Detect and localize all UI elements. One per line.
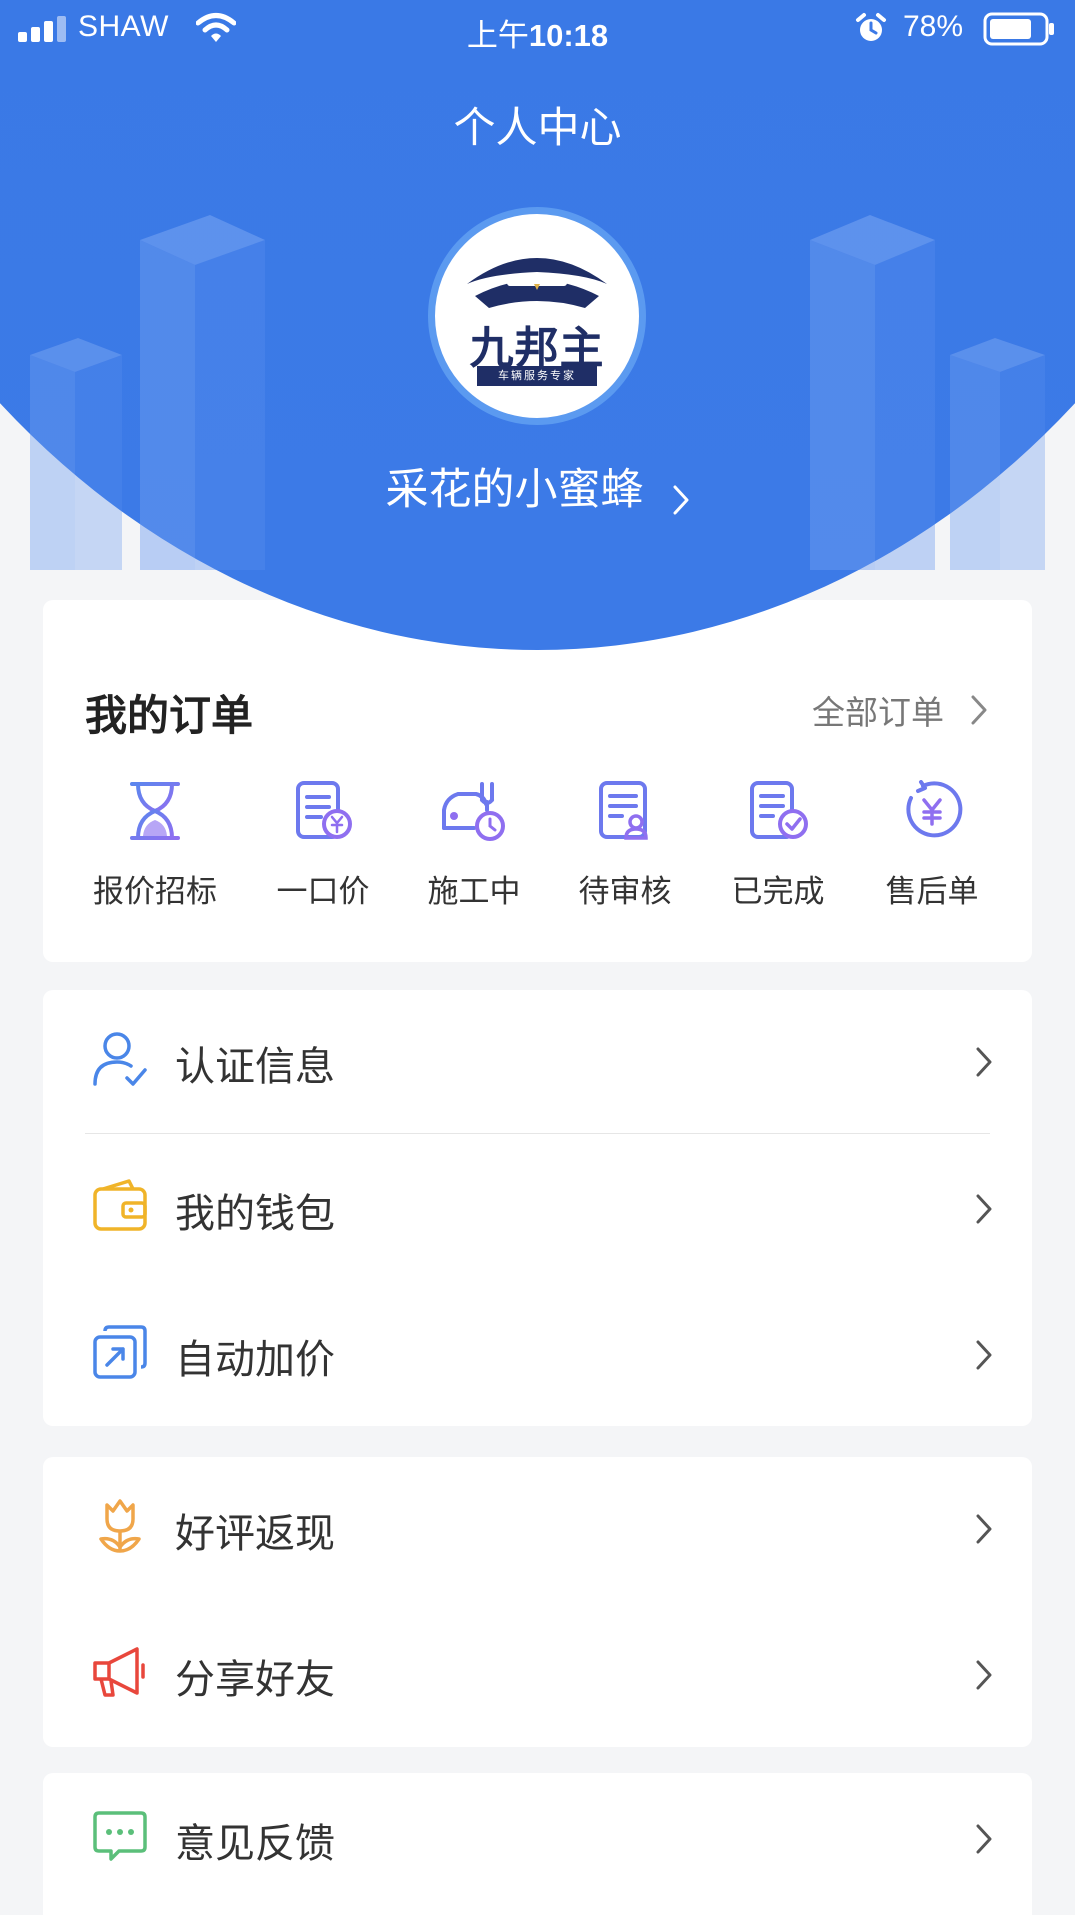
menu-label: 好评返现 xyxy=(175,1511,335,1557)
order-label: 报价招标 xyxy=(93,874,217,910)
completed-doc-icon xyxy=(750,781,808,839)
chevron-right-icon xyxy=(976,1660,992,1690)
order-item-pending-review[interactable]: 待审核 xyxy=(550,780,700,911)
alarm-icon xyxy=(856,13,886,41)
logo-subtext: 车辆服务专家 xyxy=(477,366,597,386)
order-item-in-construction[interactable]: 施工中 xyxy=(399,780,549,911)
menu-item-feedback[interactable]: 意见反馈 xyxy=(43,1767,1032,1907)
chevron-right-icon xyxy=(976,1047,992,1077)
chevron-right-icon xyxy=(976,1194,992,1224)
order-item-quote-bidding[interactable]: 报价招标 xyxy=(80,780,230,911)
menu-item-wallet[interactable]: 我的钱包 xyxy=(43,1137,1032,1277)
hourglass-icon xyxy=(130,782,180,840)
avatar[interactable]: 九邦主 车辆服务专家 xyxy=(428,207,646,425)
order-item-completed[interactable]: 已完成 xyxy=(703,780,853,911)
orders-title: 我的订单 xyxy=(85,691,254,740)
auto-markup-icon xyxy=(93,1325,147,1379)
wallet-icon xyxy=(93,1179,147,1231)
menu-label: 意见反馈 xyxy=(175,1821,335,1867)
order-label: 一口价 xyxy=(276,874,370,910)
menu-label: 我的钱包 xyxy=(175,1191,335,1237)
fixed-price-doc-icon xyxy=(296,781,352,839)
feedback-chat-icon xyxy=(93,1811,147,1861)
profile-link[interactable]: 采花的小蜜蜂 xyxy=(0,455,1075,517)
divider xyxy=(85,1133,990,1134)
chevron-right-icon xyxy=(976,1824,992,1854)
megaphone-icon xyxy=(93,1647,145,1697)
after-sales-yen-icon xyxy=(906,780,963,838)
header-banner: SHAW 上午10:18 78% 个人中心 九邦主 车辆服务专家 采花的小蜜蜂 xyxy=(0,0,1075,660)
menu-item-certification[interactable]: 认证信息 xyxy=(43,990,1032,1130)
user-verified-icon xyxy=(93,1032,147,1086)
order-item-fixed-price[interactable]: 一口价 xyxy=(248,780,398,911)
tulip-icon xyxy=(99,1499,141,1553)
car-repair-icon xyxy=(442,782,505,841)
order-item-after-sales[interactable]: 售后单 xyxy=(857,780,1007,911)
battery-percent: 78% xyxy=(903,10,964,43)
username: 采花的小蜜蜂 xyxy=(385,465,644,515)
pending-review-doc-icon xyxy=(599,781,648,840)
menu-label: 认证信息 xyxy=(175,1044,335,1090)
all-orders-link[interactable]: 全部订单 xyxy=(812,686,944,734)
chevron-right-icon xyxy=(976,1514,992,1544)
chevron-right-icon xyxy=(976,1340,992,1370)
battery-icon xyxy=(983,12,1054,46)
order-label: 待审核 xyxy=(578,874,672,910)
chevron-right-icon[interactable] xyxy=(970,694,988,726)
menu-label: 自动加价 xyxy=(175,1337,335,1383)
menu-item-auto-markup[interactable]: 自动加价 xyxy=(43,1283,1032,1423)
chevron-right-icon xyxy=(673,485,688,514)
menu-label: 分享好友 xyxy=(175,1657,335,1703)
menu-item-share-friends[interactable]: 分享好友 xyxy=(43,1603,1032,1743)
status-bar: SHAW 上午10:18 78% xyxy=(0,0,1075,56)
menu-item-review-cashback[interactable]: 好评返现 xyxy=(43,1457,1032,1597)
order-label: 施工中 xyxy=(427,874,521,910)
page-title: 个人中心 xyxy=(453,103,622,152)
order-label: 售后单 xyxy=(885,874,979,910)
order-label: 已完成 xyxy=(731,874,825,910)
